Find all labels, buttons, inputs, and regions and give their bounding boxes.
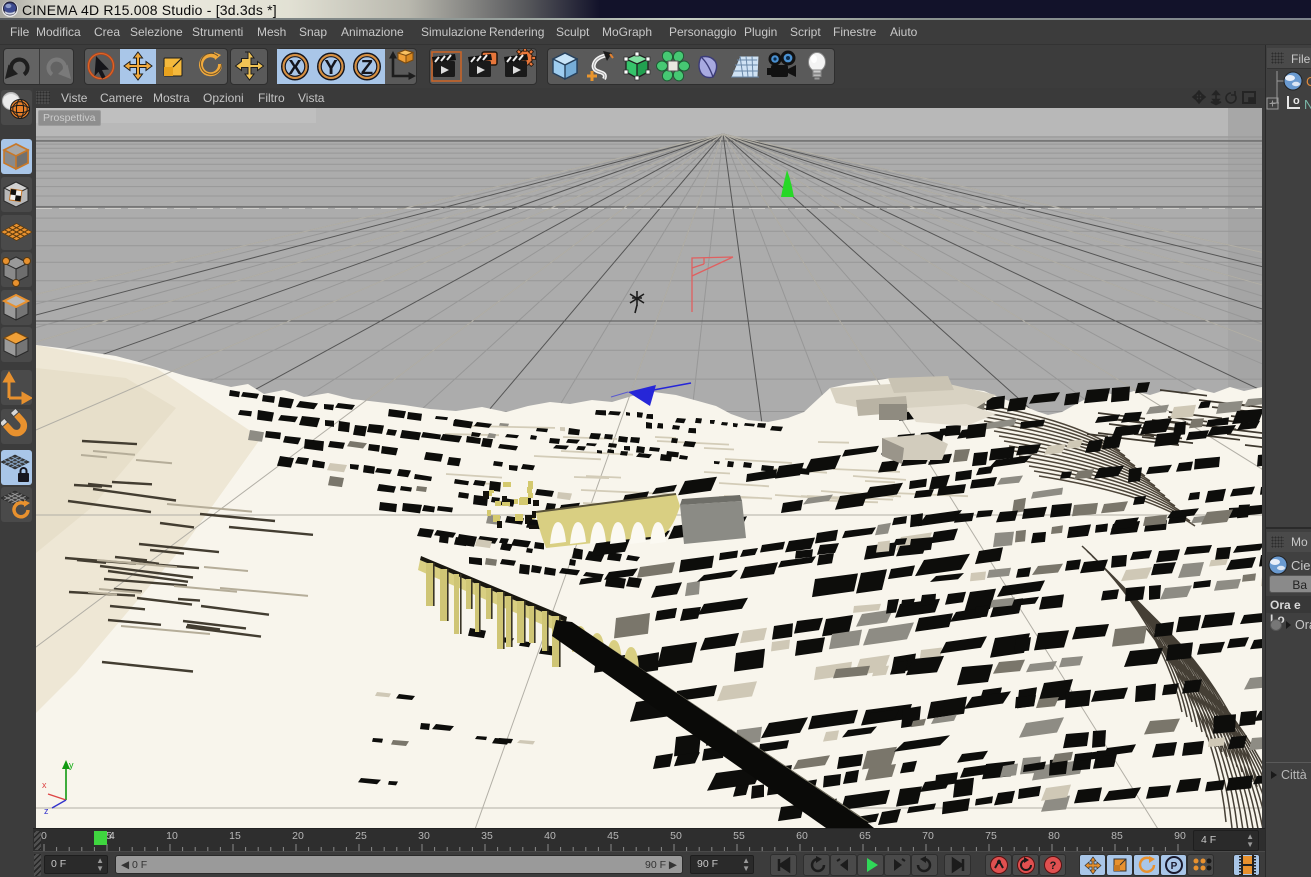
svg-text:z: z: [44, 806, 49, 816]
svg-text:x: x: [42, 780, 47, 790]
svg-text:y: y: [69, 760, 74, 770]
svg-text:?: ?: [1050, 860, 1057, 872]
svg-text:Z: Z: [361, 57, 373, 79]
svg-text:o: o: [1293, 95, 1300, 107]
svg-text:N: N: [1304, 97, 1311, 112]
svg-text:Ciel: Ciel: [1291, 558, 1311, 573]
svg-text:P: P: [1171, 861, 1178, 872]
svg-text:X: X: [288, 57, 302, 79]
svg-text:Ci: Ci: [1306, 74, 1311, 89]
svg-text:Y: Y: [324, 57, 338, 79]
